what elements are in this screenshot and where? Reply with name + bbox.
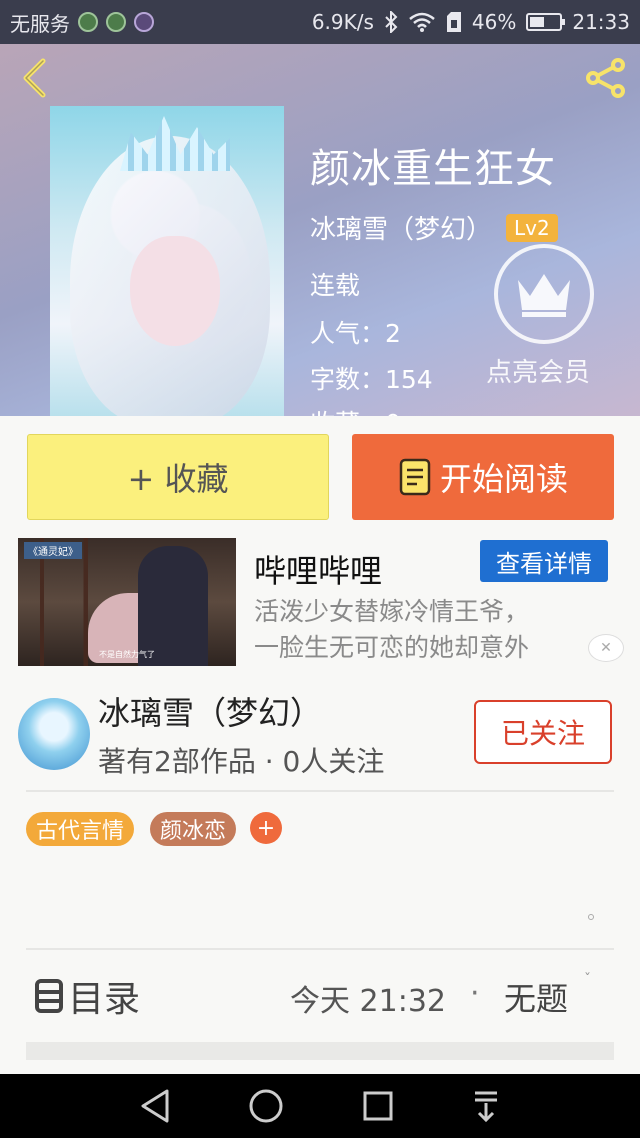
book-header: 颜冰重生狂女 冰璃雪（梦幻） Lv2 连载 人气：2 字数：154 收藏：0 点… <box>0 44 640 416</box>
collect-button[interactable]: + 收藏 <box>27 434 329 520</box>
back-button[interactable] <box>14 56 54 100</box>
share-icon <box>586 58 625 98</box>
bluetooth-icon <box>385 11 398 33</box>
follow-button[interactable]: 已关注 <box>474 700 612 764</box>
close-icon: ✕ <box>600 640 612 656</box>
battery-icon <box>526 13 566 31</box>
ad-detail-button[interactable]: 查看详情 <box>480 540 608 582</box>
footer-bar <box>26 1042 614 1060</box>
book-author[interactable]: 冰璃雪（梦幻） <box>310 209 492 246</box>
tag-yanbinglian[interactable]: 颜冰恋 <box>150 812 237 846</box>
ad-description-line: 一脸生无可恋的她却意外 <box>254 633 530 662</box>
tag-ancient-romance[interactable]: 古代言情 <box>26 812 135 846</box>
home-circle-icon[interactable] <box>248 1088 284 1124</box>
crown-icon <box>518 274 570 317</box>
app-notification-icon <box>78 12 98 32</box>
chevron-left-icon <box>23 58 46 98</box>
book-author-line: 冰璃雪（梦幻） Lv2 <box>310 209 558 246</box>
level-badge: Lv2 <box>506 213 558 242</box>
author-name[interactable]: 冰璃雪（梦幻） <box>98 688 322 734</box>
author-avatar[interactable] <box>18 698 90 770</box>
toc-separator: · <box>470 976 480 1011</box>
ad-description-line: 活泼少女替嫁冷情王爷， <box>254 597 530 626</box>
decorative-dot <box>588 914 594 920</box>
toc-latest-chapter: 无题 <box>504 980 569 1018</box>
chevron-down-icon: ˇ <box>584 972 591 988</box>
ad-close-button[interactable]: ✕ <box>588 634 624 662</box>
list-icon <box>35 979 63 1013</box>
app-notification-icon <box>134 12 154 32</box>
system-nav-bar <box>0 1074 640 1138</box>
book-icon <box>399 458 431 496</box>
toc-update-time: 今天 21:32 <box>290 984 446 1019</box>
notification-pull-icon[interactable] <box>471 1089 501 1123</box>
app-notification-icon <box>106 12 126 32</box>
add-tag-button[interactable]: + <box>250 812 282 844</box>
start-reading-button[interactable]: 开始阅读 <box>352 434 614 520</box>
sim-icon <box>446 12 461 32</box>
ad-description[interactable]: 活泼少女替嫁冷情王爷， 一脸生无可恋的她却意外 <box>254 594 594 666</box>
book-word-count: 字数：154 <box>310 365 433 394</box>
divider <box>26 948 614 950</box>
carrier-label: 无服务 <box>10 11 70 36</box>
book-title: 颜冰重生狂女 <box>310 146 556 192</box>
book-status: 连载 <box>310 271 361 300</box>
divider <box>26 790 614 792</box>
content-panel: + 收藏 开始阅读 《通灵妃》 不是自然力气了 哔哩哔哩 查看详情 活泼少女替嫁… <box>0 416 640 1074</box>
ad-image-tag: 《通灵妃》 <box>24 542 82 559</box>
book-cover <box>50 106 284 416</box>
battery-percent: 46% <box>471 10 517 34</box>
table-of-contents-row[interactable]: 目录 今天 21:32 · 无题 ˇ <box>0 956 640 1036</box>
wifi-icon <box>409 12 435 32</box>
author-stats: 著有2部作品 · 0人关注 <box>98 745 385 778</box>
vip-button[interactable] <box>494 244 594 344</box>
vip-label[interactable]: 点亮会员 <box>486 352 590 389</box>
clock: 21:33 <box>572 10 630 34</box>
status-bar: 无服务 6.9K/s 46% 21:33 <box>0 0 640 44</box>
ad-image[interactable]: 《通灵妃》 不是自然力气了 <box>18 538 236 666</box>
book-popularity: 人气：2 <box>310 319 401 348</box>
ad-title[interactable]: 哔哩哔哩 <box>254 546 382 592</box>
toc-label: 目录 <box>68 979 141 1020</box>
back-triangle-icon[interactable] <box>139 1088 171 1124</box>
book-collect-count: 收藏：0 <box>310 404 401 416</box>
recents-square-icon[interactable] <box>362 1090 394 1122</box>
share-button[interactable] <box>582 56 630 100</box>
ad-image-caption: 不是自然力气了 <box>99 650 155 659</box>
collect-label: + 收藏 <box>127 460 229 498</box>
network-speed: 6.9K/s <box>311 10 374 34</box>
start-reading-label: 开始阅读 <box>439 460 568 498</box>
